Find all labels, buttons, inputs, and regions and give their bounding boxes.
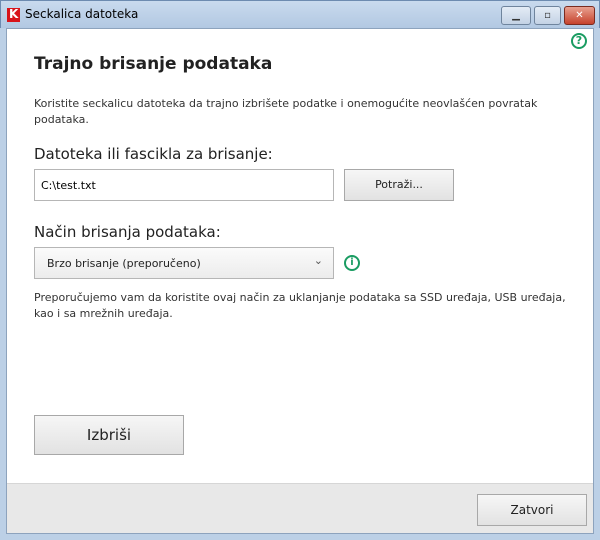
method-select[interactable]: Brzo brisanje (preporučeno) ⌄ [34, 247, 334, 279]
file-label: Datoteka ili fascikla za brisanje: [34, 145, 273, 163]
description: Koristite seckalicu datoteka da trajno i… [34, 97, 538, 126]
close-window-button[interactable]: ✕ [564, 6, 595, 25]
footer: Zatvori [7, 483, 593, 533]
method-label: Način brisanja podataka: [34, 223, 221, 241]
app-logo-icon [7, 7, 20, 22]
title-bar: Seckalica datoteka ▁ ▫ ✕ [0, 0, 600, 28]
info-icon[interactable]: i [344, 255, 360, 271]
maximize-button[interactable]: ▫ [534, 6, 561, 25]
minimize-button[interactable]: ▁ [501, 6, 531, 25]
help-icon[interactable]: ? [571, 33, 587, 49]
browse-button[interactable]: Potraži... [344, 169, 454, 201]
file-path-input[interactable]: C:\test.txt [34, 169, 334, 201]
window-title: Seckalica datoteka [25, 7, 139, 21]
method-note: Preporučujemo vam da koristite ovaj nači… [34, 291, 566, 320]
delete-button[interactable]: Izbriši [34, 415, 184, 455]
method-selected-value: Brzo brisanje (preporučeno) [47, 257, 201, 270]
close-button[interactable]: Zatvori [477, 494, 587, 526]
dialog-content: ? Trajno brisanje podataka Koristite sec… [6, 28, 594, 534]
chevron-down-icon: ⌄ [313, 254, 323, 267]
page-title: Trajno brisanje podataka [34, 54, 273, 74]
